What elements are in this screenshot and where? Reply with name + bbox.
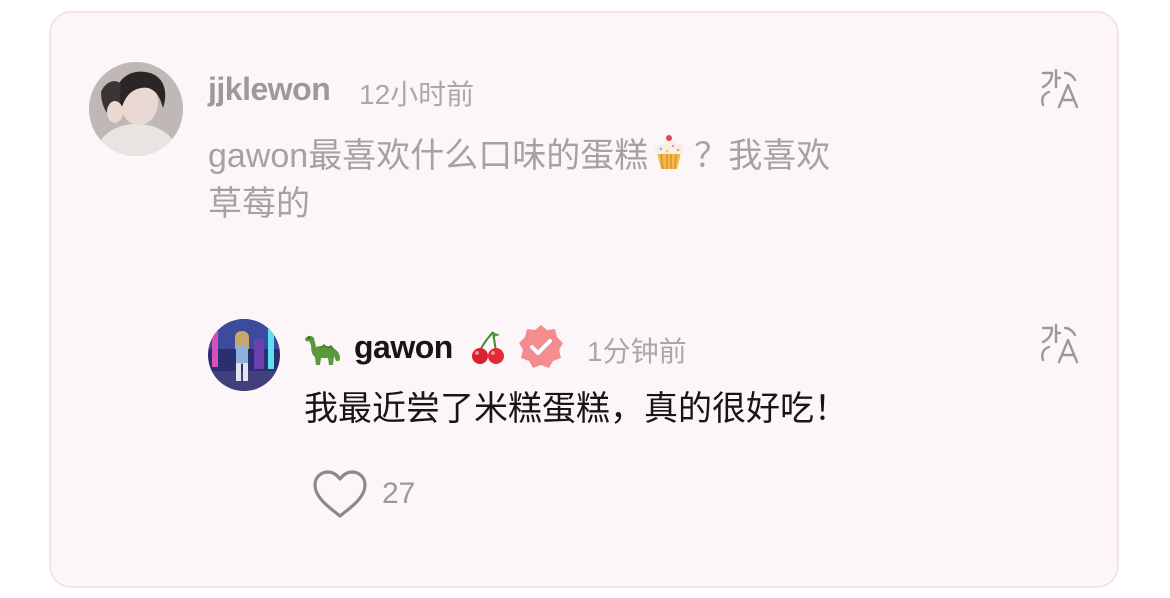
sauropod-icon [303,331,343,372]
commenter-avatar[interactable] [89,62,183,156]
heart-outline-icon [313,470,367,518]
translate-icon[interactable] [1039,67,1083,111]
comment-card: jjklewon 12小时前 gawon最喜欢什么口味的蛋糕 ？我喜欢 草莓的 [49,11,1119,588]
translate-icon-reply[interactable] [1039,322,1083,366]
comment-text-line2: 草莓的 [208,185,310,223]
reply-text: 我最近尝了米糕蛋糕，真的很好吃！ [304,390,848,428]
reply-avatar[interactable] [208,319,280,391]
commenter-username[interactable]: jjklewon [208,71,331,108]
cupcake-icon [650,133,688,171]
like-count: 27 [382,477,416,510]
comment-text-part1: gawon最喜欢什么口味的蛋糕 [208,137,649,175]
cherries-icon [469,329,507,372]
comment-timestamp: 12小时前 [359,79,475,110]
comment-text-part2: ？我喜欢 [694,137,831,175]
reply-username[interactable]: gawon [354,329,453,366]
comment-text: gawon最喜欢什么口味的蛋糕 ？我喜欢 草莓的 [208,132,968,228]
reply-timestamp: 1分钟前 [587,336,687,367]
verified-badge-icon [517,323,565,376]
like-button[interactable] [311,469,369,526]
